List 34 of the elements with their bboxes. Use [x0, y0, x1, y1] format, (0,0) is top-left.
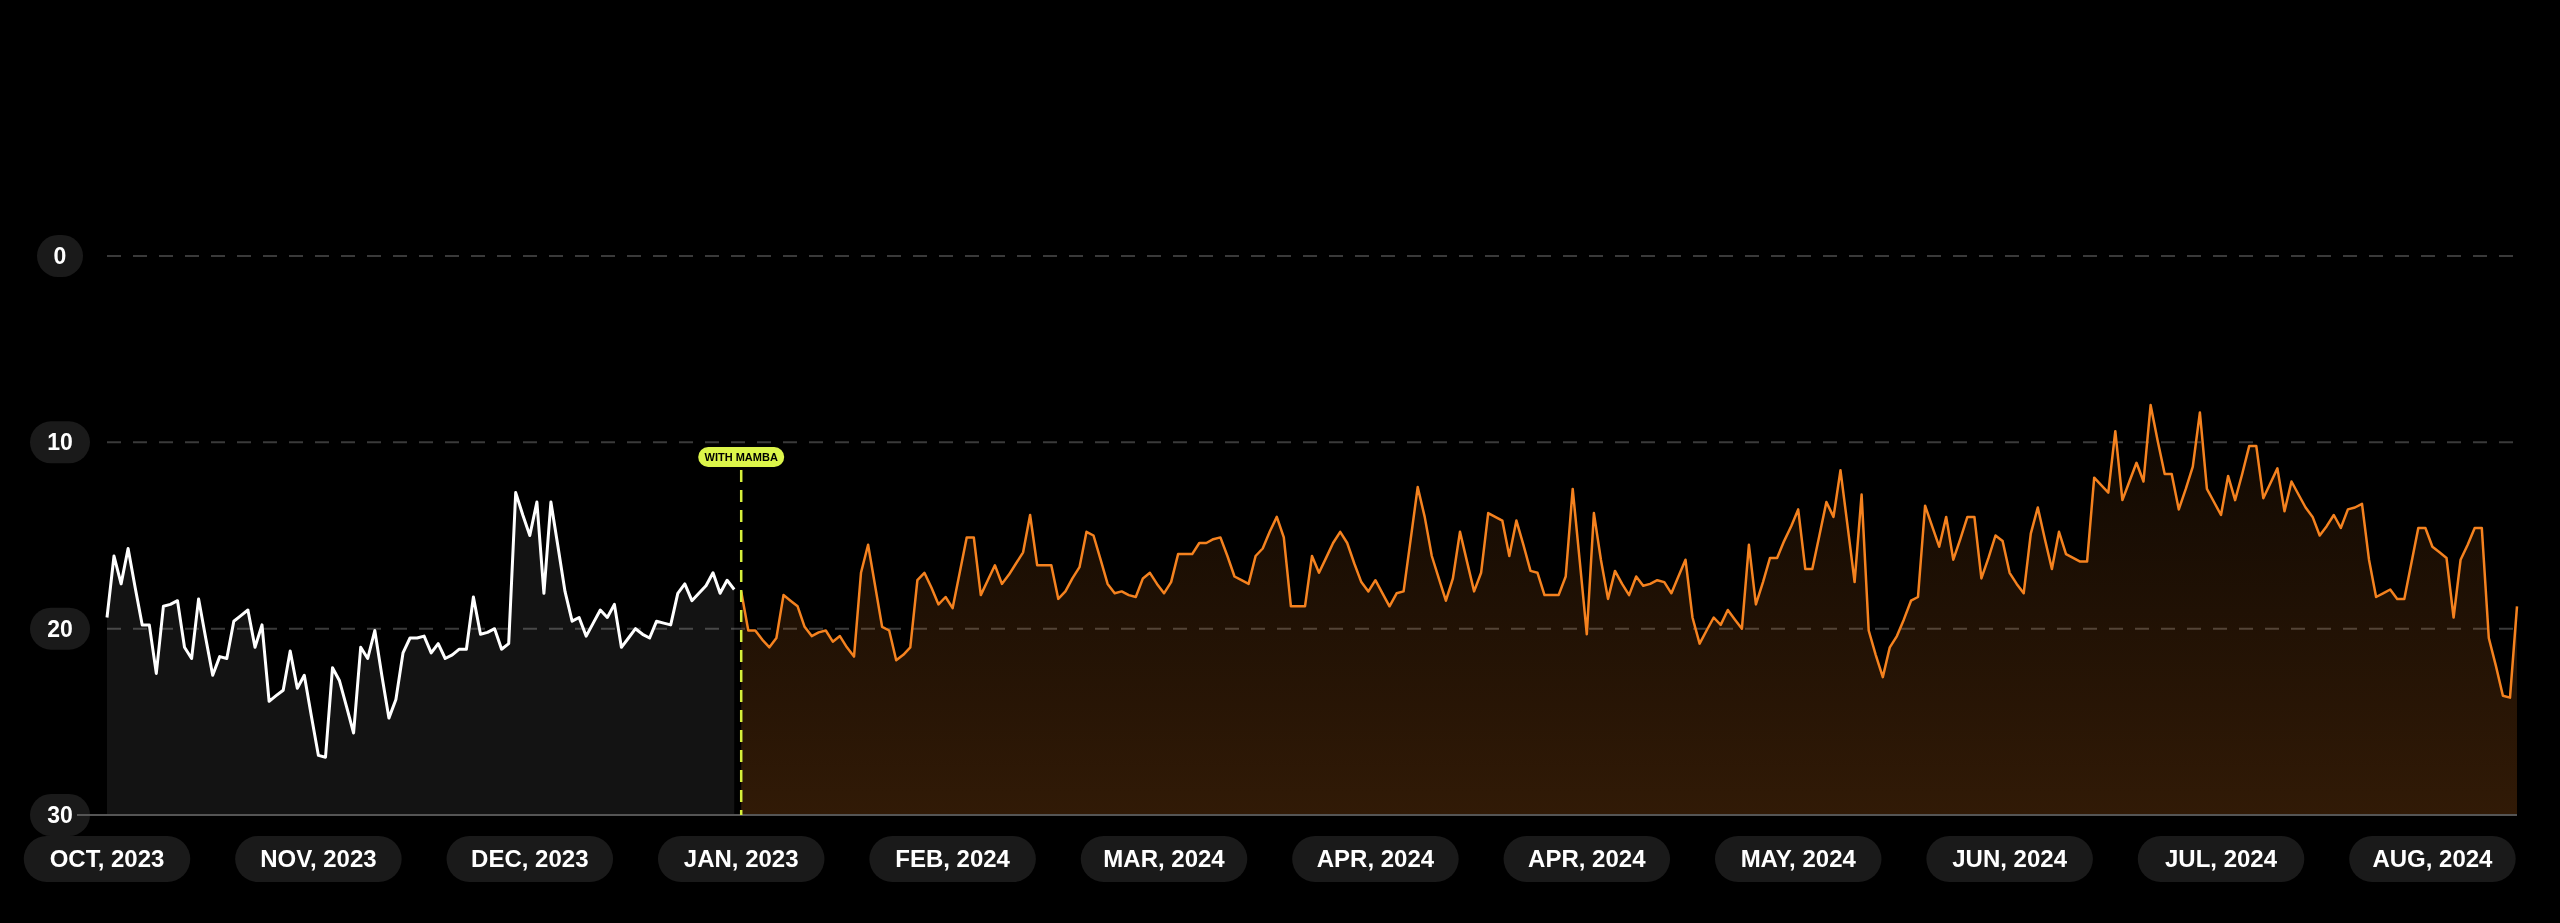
x-tick-label: APR, 2024 [1528, 845, 1647, 872]
x-axis-label: MAY, 2024 [1715, 836, 1882, 882]
y-axis-label: 30 [30, 794, 90, 836]
x-tick-label: DEC, 2023 [471, 845, 589, 872]
x-axis-label: JUL, 2024 [2137, 836, 2305, 882]
y-tick-label: 0 [53, 243, 67, 269]
x-tick-label: AUG, 2024 [2372, 845, 2494, 872]
x-tick-label: MAR, 2024 [1103, 845, 1226, 872]
x-axis-label: DEC, 2023 [446, 836, 614, 882]
x-axis-label: MAR, 2024 [1080, 836, 1248, 882]
x-tick-label: JUN, 2024 [1952, 845, 2068, 872]
y-tick-label: 10 [47, 429, 73, 456]
x-axis-label: APR, 2024 [1503, 836, 1671, 882]
x-axis-label: JAN, 2023 [657, 836, 825, 882]
x-axis-label: FEB, 2024 [869, 836, 1036, 882]
x-axis-label: JUN, 2024 [1926, 836, 2093, 882]
x-tick-label: FEB, 2024 [895, 845, 1011, 872]
x-tick-label: JUL, 2024 [2165, 845, 2278, 872]
y-axis-label: 20 [30, 607, 90, 650]
y-tick-label: 20 [47, 615, 73, 642]
x-axis-label: NOV, 2023 [235, 836, 402, 882]
annotation: WITH MAMBA [704, 451, 778, 463]
y-axis-label: 10 [30, 421, 90, 464]
x-tick-label: OCT, 2023 [49, 845, 165, 872]
y-tick-label: 30 [47, 802, 73, 828]
x-tick-label: MAY, 2024 [1740, 845, 1857, 872]
x-tick-label: NOV, 2023 [260, 845, 377, 872]
y-axis-label: 0 [37, 235, 83, 277]
x-tick-label: APR, 2024 [1316, 845, 1435, 872]
x-tick-label: JAN, 2023 [683, 845, 799, 872]
x-axis-label: OCT, 2023 [23, 836, 191, 882]
x-axis-label: AUG, 2024 [2349, 836, 2516, 882]
annotation-label: WITH MAMBA [698, 447, 785, 467]
x-axis-label: APR, 2024 [1292, 836, 1459, 882]
